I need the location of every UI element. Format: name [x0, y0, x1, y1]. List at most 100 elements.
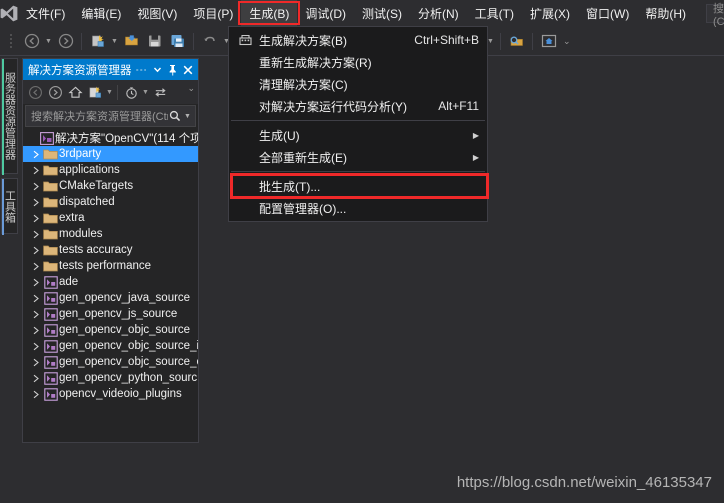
menu-extensions[interactable]: 扩展(X) — [522, 0, 578, 27]
global-search-input[interactable]: 搜索 (Ctrl+Q) — [706, 3, 724, 28]
tree-expander-collapsed[interactable] — [29, 178, 42, 194]
tree-row-applications[interactable]: applications — [23, 162, 198, 178]
tree-expander-collapsed[interactable] — [29, 322, 42, 338]
close-icon[interactable] — [180, 61, 195, 78]
solution-explorer-titlebar[interactable]: 解决方案资源管理器 — [23, 59, 198, 80]
home-icon[interactable] — [65, 82, 85, 102]
menu-window[interactable]: 窗口(W) — [578, 0, 637, 27]
menu-build-project[interactable]: 生成(U) ▶ — [229, 124, 487, 146]
menu-build-solution[interactable]: 生成解决方案(B) Ctrl+Shift+B — [229, 29, 487, 51]
undo-icon[interactable] — [198, 30, 221, 53]
tree-expander-collapsed[interactable] — [29, 290, 42, 306]
tree-row-gen-opencv-java-source[interactable]: gen_opencv_java_source — [23, 290, 198, 306]
tree-label-tests-accuracy: tests accuracy — [59, 244, 133, 256]
show-all-files-dropdown-icon[interactable]: ▼ — [141, 82, 150, 102]
save-all-icon[interactable] — [166, 30, 189, 53]
show-all-files-icon[interactable] — [121, 82, 141, 102]
tree-row-cmaketargets[interactable]: CMakeTargets — [23, 178, 198, 194]
folder-icon — [42, 226, 59, 242]
new-project-dropdown-icon[interactable]: ▼ — [109, 30, 120, 53]
tree-row-gen-opencv-objc-source-i[interactable]: gen_opencv_objc_source_i — [23, 338, 198, 354]
magnifier-icon[interactable] — [168, 109, 182, 123]
tree-label-gen-opencv-objc-source-c: gen_opencv_objc_source_c — [59, 356, 198, 368]
menu-analyze[interactable]: 分析(N) — [410, 0, 467, 27]
tree-expander-collapsed[interactable] — [29, 258, 42, 274]
project-icon — [42, 290, 59, 306]
tree-row-tests-accuracy[interactable]: tests accuracy — [23, 242, 198, 258]
tree-row-gen-opencv-objc-source-c[interactable]: gen_opencv_objc_source_c — [23, 354, 198, 370]
open-folder-icon[interactable] — [120, 30, 143, 53]
menu-clean-solution-label: 清理解决方案(C) — [259, 77, 348, 92]
new-project-icon[interactable] — [86, 30, 109, 53]
chevron-right-icon: ▶ — [472, 152, 479, 162]
menu-file[interactable]: 文件(F) — [18, 0, 73, 27]
tree-expander-collapsed[interactable] — [29, 354, 42, 370]
menu-edit[interactable]: 编辑(E) — [73, 0, 129, 27]
toolbar-overflow-icon[interactable]: ⌄ — [563, 36, 571, 47]
search-dropdown-icon[interactable]: ▼ — [182, 113, 193, 120]
menu-separator-1 — [231, 120, 485, 121]
tree-row-extra[interactable]: extra — [23, 210, 198, 226]
pin-icon[interactable] — [165, 61, 180, 78]
menu-tools[interactable]: 工具(T) — [467, 0, 522, 27]
menu-project[interactable]: 项目(P) — [185, 0, 241, 27]
tree-row-gen-opencv-objc-source[interactable]: gen_opencv_objc_source — [23, 322, 198, 338]
menu-run-code-analysis[interactable]: 对解决方案运行代码分析(Y) Alt+F11 — [229, 95, 487, 117]
menu-rebuild-all-label: 全部重新生成(E) — [259, 150, 347, 165]
menu-configuration-manager[interactable]: 配置管理器(O)... — [229, 197, 487, 219]
tree-row-tests-performance[interactable]: tests performance — [23, 258, 198, 274]
vtab-toolbox[interactable]: 工具箱 — [1, 178, 18, 235]
navigate-back-dropdown-icon[interactable]: ▼ — [43, 30, 54, 53]
tree-row-3rdparty[interactable]: 3rdparty — [23, 146, 198, 162]
tree-expander-collapsed[interactable] — [29, 386, 42, 402]
sync-views-icon[interactable] — [150, 82, 170, 102]
navigate-forward-icon[interactable] — [54, 30, 77, 53]
folder-icon — [42, 210, 59, 226]
tree-expander-collapsed[interactable] — [29, 306, 42, 322]
tree-row-solution[interactable]: 解决方案"OpenCV"(114 个项目 — [23, 130, 198, 146]
tree-expander-collapsed[interactable] — [29, 194, 42, 210]
tree-row-opencv-videoio-plugins[interactable]: opencv_videoio_plugins — [23, 386, 198, 402]
tree-expander-collapsed[interactable] — [29, 162, 42, 178]
arrow-back-circle-icon[interactable] — [25, 82, 45, 102]
menu-test[interactable]: 测试(S) — [354, 0, 410, 27]
save-icon[interactable] — [143, 30, 166, 53]
tree-row-dispatched[interactable]: dispatched — [23, 194, 198, 210]
navigate-back-icon[interactable] — [20, 30, 43, 53]
tree-label-cmaketargets: CMakeTargets — [59, 180, 134, 192]
properties-icon[interactable] — [85, 82, 105, 102]
chevron-down-icon[interactable] — [150, 61, 165, 78]
arrow-forward-circle-icon[interactable] — [45, 82, 65, 102]
menu-clean-solution[interactable]: 清理解决方案(C) — [229, 73, 487, 95]
menu-rebuild-solution[interactable]: 重新生成解决方案(R) — [229, 51, 487, 73]
properties-dropdown-icon[interactable]: ▼ — [105, 82, 114, 102]
toolbar-grip[interactable] — [5, 31, 17, 51]
menu-rebuild-all[interactable]: 全部重新生成(E) ▶ — [229, 146, 487, 168]
project-icon — [42, 338, 59, 354]
find-in-files-icon[interactable] — [505, 30, 528, 53]
tree-row-ade[interactable]: ade — [23, 274, 198, 290]
menu-help[interactable]: 帮助(H) — [637, 0, 694, 27]
tree-row-gen-opencv-js-source[interactable]: gen_opencv_js_source — [23, 306, 198, 322]
home-icon[interactable] — [537, 30, 560, 53]
tree-expander-collapsed[interactable] — [29, 242, 42, 258]
menu-view[interactable]: 视图(V) — [129, 0, 185, 27]
menu-build[interactable]: 生成(B) — [238, 0, 301, 27]
se-toolbar-overflow-icon[interactable]: ⌄ — [187, 83, 195, 94]
tree-expander-collapsed[interactable] — [29, 370, 42, 386]
vtab-server-explorer[interactable]: 服务器资源管理器 — [1, 58, 18, 175]
tree-label-solution: 解决方案"OpenCV"(114 个项目 — [55, 133, 198, 145]
tree-label-applications: applications — [59, 164, 120, 176]
tree-row-gen-opencv-python-source[interactable]: gen_opencv_python_sourc — [23, 370, 198, 386]
tree-expander-collapsed[interactable] — [29, 274, 42, 290]
tree-expander-collapsed[interactable] — [29, 338, 42, 354]
tree-expander-collapsed[interactable] — [29, 210, 42, 226]
tree-label-gen-opencv-objc-source: gen_opencv_objc_source — [59, 324, 191, 336]
menu-debug[interactable]: 调试(D) — [297, 0, 354, 27]
tree-row-modules[interactable]: modules — [23, 226, 198, 242]
tree-expander-collapsed[interactable] — [29, 226, 42, 242]
tree-expander-collapsed[interactable] — [29, 146, 42, 162]
solution-explorer-search-input[interactable]: 搜索解决方案资源管理器(Ctrl+ ▼ — [25, 105, 196, 127]
solution-explorer-tree: 解决方案"OpenCV"(114 个项目 3rdparty applicatio… — [23, 129, 198, 442]
menu-batch-build[interactable]: 批生成(T)... — [229, 173, 489, 199]
